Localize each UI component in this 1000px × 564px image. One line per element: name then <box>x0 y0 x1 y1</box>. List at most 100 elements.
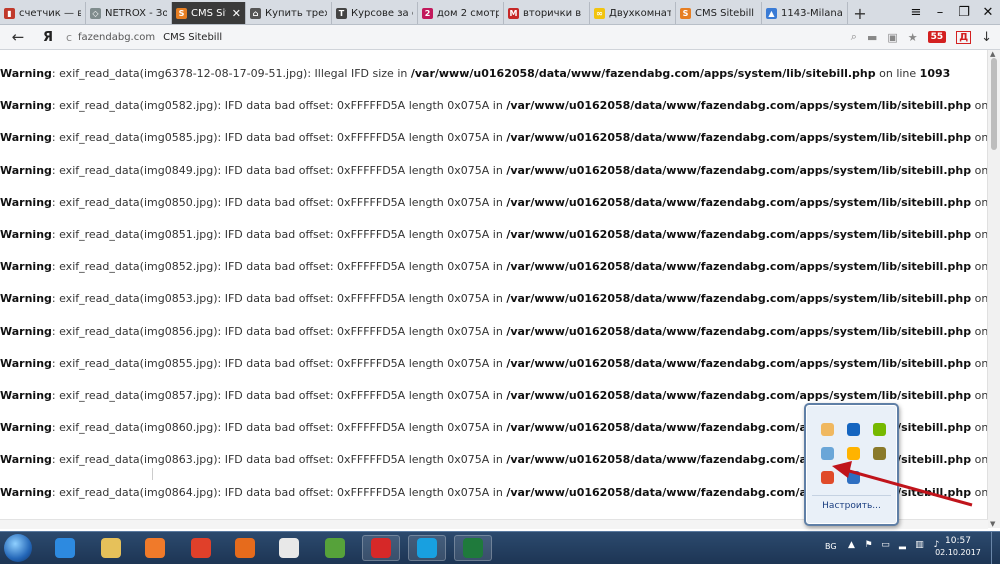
scroll-thumb[interactable] <box>991 58 997 150</box>
language-indicator[interactable]: BG <box>825 542 837 551</box>
warning-label: Warning <box>0 324 52 338</box>
warning-on-line: on line <box>974 421 988 435</box>
chart-icon: ▮ <box>4 7 15 19</box>
warning-file-path: /var/www/u0162058/data/www/fazendabg.com… <box>506 324 972 338</box>
start-button[interactable] <box>4 534 32 562</box>
warning-label: Warning <box>0 421 52 435</box>
message-icon[interactable]: ▬ <box>867 31 877 44</box>
yandex-logo-icon[interactable]: Я <box>36 30 60 45</box>
yandex-browser-icon[interactable] <box>362 535 400 561</box>
sitebill-icon: S <box>176 7 187 19</box>
warning-label: Warning <box>0 228 52 241</box>
warning-message: : exif_read_data(img0850.jpg): IFD data … <box>51 195 507 209</box>
warning-label: Warning <box>0 292 52 306</box>
warning-label: Warning <box>0 99 52 113</box>
warning-message: : exif_read_data(img0863.jpg): IFD data … <box>51 453 507 467</box>
minimize-button[interactable]: – <box>928 0 952 24</box>
warning-label: Warning <box>0 260 52 274</box>
scroll-down-icon[interactable]: ▼ <box>990 520 995 528</box>
notepad-icon[interactable] <box>814 441 840 465</box>
tab-0[interactable]: ▮ счетчик — ве <box>0 2 86 24</box>
url-host[interactable]: fazendabg.com <box>78 32 155 43</box>
signal-icon[interactable]: ▂ <box>897 540 908 551</box>
warning-message: : exif_read_data(img0853.jpg): IFD data … <box>51 292 507 306</box>
puzzle-icon[interactable] <box>866 441 892 465</box>
film-reel-icon[interactable] <box>182 535 220 561</box>
close-tab-icon[interactable]: ✕ <box>232 7 241 20</box>
warning-line-number: 1093 <box>919 67 951 80</box>
reload-icon[interactable]: c <box>60 31 78 44</box>
flag-icon[interactable]: ⚑ <box>863 540 874 551</box>
taskbar: BG ▲ ⚑ ▭ ▂ ▥ ♪ 10:57 02.10.2017 <box>0 531 1000 564</box>
clock[interactable]: 10:57 02.10.2017 <box>930 536 986 557</box>
tab-8[interactable]: S CMS Sitebill <box>676 2 762 24</box>
window-controls: ≡ – ❐ ✕ <box>904 0 1000 24</box>
display-icon[interactable]: ▭ <box>880 540 891 551</box>
warning-line: Warning: exif_read_data(img0851.jpg): IF… <box>0 227 988 243</box>
warning-line: Warning: exif_read_data(img0585.jpg): IF… <box>0 130 988 146</box>
storage-icon[interactable] <box>814 417 840 441</box>
search-icon[interactable]: ⌕ <box>851 30 857 44</box>
close-button[interactable]: ✕ <box>976 0 1000 24</box>
notification-badge[interactable]: 55 <box>927 31 947 43</box>
tab-2[interactable]: S CMS Sitebil ✕ <box>172 2 246 24</box>
tab-4[interactable]: T Курсове за сч <box>332 2 418 24</box>
system-tray: ▲ ⚑ ▭ ▂ ▥ ♪ <box>846 540 942 551</box>
warning-on-line: on line <box>974 324 988 338</box>
windows-icon[interactable] <box>814 465 840 489</box>
warning-file-path: /var/www/u0162058/data/www/fazendabg.com… <box>506 260 972 274</box>
warning-line: Warning: exif_read_data(img6378-12-08-17… <box>0 66 950 82</box>
tab-5[interactable]: 2 дом 2 смотре <box>418 2 504 24</box>
skype-icon[interactable] <box>408 535 446 561</box>
warning-file-path: /var/www/u0162058/data/www/fazendabg.com… <box>506 195 972 209</box>
warning-message: : exif_read_data(img0857.jpg): IFD data … <box>51 389 507 402</box>
lock-icon[interactable]: ▣ <box>887 31 897 44</box>
vertical-scrollbar[interactable]: ▲ ▼ <box>987 50 1000 528</box>
firefox-icon[interactable] <box>226 535 264 561</box>
tab-title: CMS Sitebil <box>191 7 226 19</box>
tab-3[interactable]: ⌂ Купить трехм <box>246 2 332 24</box>
nvidia-icon[interactable] <box>866 417 892 441</box>
bluetooth-icon[interactable] <box>840 417 866 441</box>
warning-on-line: on line <box>974 389 988 402</box>
menu-icon[interactable]: ≡ <box>904 0 928 24</box>
video-icon: 2 <box>422 7 433 19</box>
warning-file-path: /var/www/u0162058/data/www/fazendabg.com… <box>506 389 972 402</box>
warning-line: Warning: exif_read_data(img0855.jpg): IF… <box>0 356 988 372</box>
new-tab-button[interactable]: + <box>848 2 872 24</box>
explorer-icon[interactable] <box>92 535 130 561</box>
tab-7[interactable]: ∞ Двухкомнатн <box>590 2 676 24</box>
tool-icon: T <box>336 7 347 19</box>
warning-label: Warning <box>0 453 52 467</box>
chart-app-icon[interactable] <box>316 535 354 561</box>
show-desktop-button[interactable] <box>991 532 1000 564</box>
yandex-icon[interactable] <box>270 535 308 561</box>
warning-label: Warning <box>0 195 52 209</box>
download-icon[interactable]: ↓ <box>981 30 992 45</box>
network-icon[interactable]: ▥ <box>914 540 925 551</box>
star-icon[interactable]: ★ <box>908 31 918 44</box>
tab-6[interactable]: Mвторички в Бе <box>504 2 590 24</box>
restore-button[interactable]: ❐ <box>952 0 976 24</box>
tab-title: Купить трехм <box>265 7 327 19</box>
customize-link[interactable]: Настроить... <box>806 501 897 511</box>
scroll-up-icon[interactable]: ▲ <box>990 50 995 58</box>
yandex-disk-icon[interactable] <box>840 441 866 465</box>
warning-on-line: on line <box>974 228 988 241</box>
back-arrow-icon[interactable]: ← <box>0 28 36 46</box>
tab-1[interactable]: ◇ NETROX - Зон <box>86 2 172 24</box>
d-extension-icon[interactable]: Д <box>956 30 972 44</box>
ie-icon[interactable] <box>46 535 84 561</box>
tray-expand-icon[interactable]: ▲ <box>846 540 857 551</box>
warning-file-path: /var/www/u0162058/data/www/fazendabg.com… <box>506 228 972 241</box>
tab-9[interactable]: ▲ 1143-Milana 1 <box>762 2 848 24</box>
tab-title: Курсове за сч <box>351 7 413 19</box>
excel-icon[interactable] <box>454 535 492 561</box>
tray-overflow-popup: Настроить... <box>804 403 899 526</box>
warning-on-line: on line <box>974 453 988 467</box>
media-player-icon[interactable] <box>136 535 174 561</box>
mountain-icon: ▲ <box>766 7 777 19</box>
monitor-icon[interactable] <box>840 465 866 489</box>
warning-file-path: /var/www/u0162058/data/www/fazendabg.com… <box>506 485 972 499</box>
warning-file-path: /var/www/u0162058/data/www/fazendabg.com… <box>506 131 972 145</box>
